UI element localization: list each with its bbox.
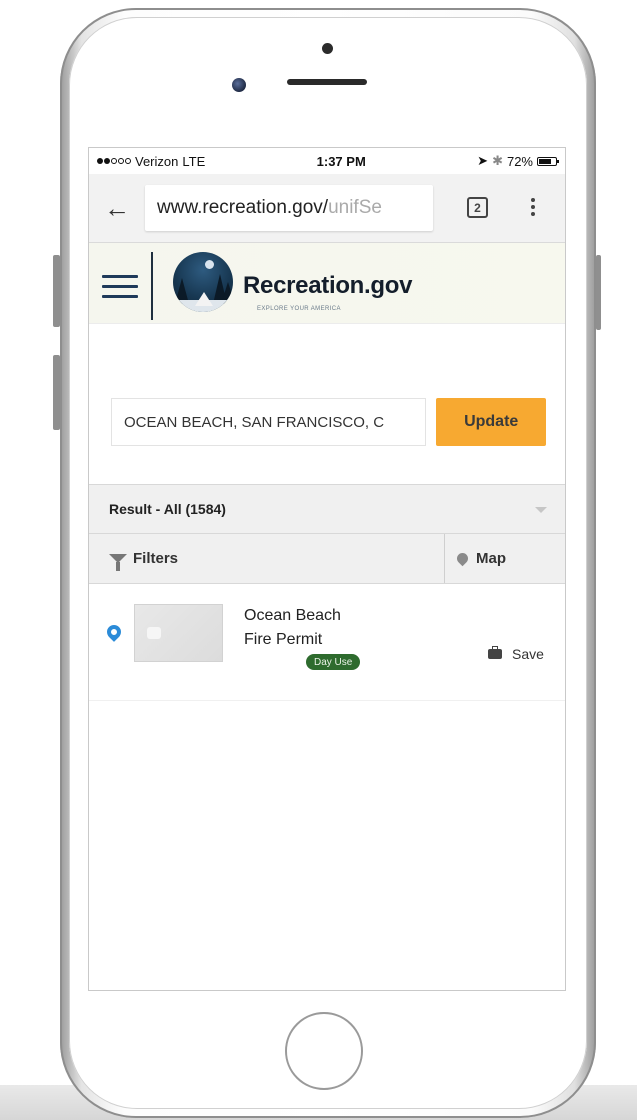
- site-brand-name[interactable]: Recreation.gov: [243, 272, 412, 300]
- signal-strength-icon: [97, 158, 131, 164]
- phone-screen: Verizon LTE 1:37 PM ➤ ✱ 72% ← www.recrea…: [88, 147, 566, 991]
- recreation-logo-icon[interactable]: [173, 252, 233, 312]
- earpiece-speaker: [287, 79, 367, 85]
- carrier-name: Verizon: [135, 153, 179, 169]
- battery-icon: [537, 156, 559, 166]
- status-right: ➤ ✱ 72%: [477, 153, 559, 169]
- header-divider: [151, 252, 153, 320]
- site-tagline: EXPLORE YOUR AMERICA: [257, 306, 341, 312]
- status-time: 1:37 PM: [316, 153, 366, 169]
- front-camera: [232, 78, 246, 92]
- listing-thumbnail[interactable]: [134, 604, 223, 662]
- site-header: Recreation.gov EXPLORE YOUR AMERICA: [89, 243, 565, 324]
- url-host: www.recreation.gov/: [157, 197, 329, 218]
- location-search-input[interactable]: OCEAN BEACH, SAN FRANCISCO, C: [111, 398, 427, 446]
- listing-title-line2: Fire Permit: [244, 631, 323, 648]
- listing-title[interactable]: Ocean Beach Fire Permit: [244, 604, 384, 652]
- bluetooth-icon: ✱: [492, 153, 503, 168]
- map-button[interactable]: Map: [445, 534, 565, 583]
- tab-switcher-button[interactable]: 2: [467, 197, 488, 218]
- day-use-badge: Day Use: [306, 654, 361, 670]
- location-arrow-icon: ➤: [477, 153, 489, 168]
- briefcase-icon: [488, 646, 502, 659]
- list-item[interactable]: Ocean Beach Fire Permit Day Use Save: [89, 584, 565, 701]
- mute-switch: [53, 255, 60, 327]
- url-path: unifSe: [328, 197, 382, 218]
- menu-icon[interactable]: [102, 275, 138, 305]
- status-bar: Verizon LTE 1:37 PM ➤ ✱ 72%: [89, 148, 565, 174]
- result-summary: Result - All (1584): [109, 501, 226, 517]
- browser-toolbar: ← www.recreation.gov/unifSe 2: [89, 174, 565, 243]
- more-options-icon[interactable]: [531, 198, 535, 216]
- filter-map-bar: Filters Map: [89, 534, 565, 584]
- network-type: LTE: [182, 153, 206, 169]
- carrier-info: Verizon LTE: [97, 154, 205, 169]
- proximity-sensor: [322, 43, 333, 54]
- home-button[interactable]: [285, 1012, 363, 1090]
- result-filter-dropdown[interactable]: Result - All (1584): [89, 484, 565, 534]
- save-button[interactable]: Save: [488, 646, 544, 662]
- filters-button[interactable]: Filters: [89, 534, 445, 583]
- map-label: Map: [476, 550, 506, 567]
- battery-level-fill: [539, 158, 551, 164]
- update-button[interactable]: Update: [436, 398, 546, 446]
- chevron-down-icon: [535, 507, 547, 513]
- volume-button: [53, 355, 60, 430]
- power-button: [596, 255, 601, 330]
- filter-funnel-icon: [109, 554, 127, 571]
- listing-title-line1: Ocean Beach: [244, 607, 341, 624]
- map-pin-icon: [454, 550, 471, 567]
- save-label: Save: [512, 646, 544, 662]
- address-bar[interactable]: www.recreation.gov/unifSe: [145, 185, 433, 231]
- battery-percent: 72%: [506, 153, 533, 169]
- filters-label: Filters: [133, 550, 179, 567]
- location-pin-icon[interactable]: [104, 622, 124, 642]
- back-arrow-icon[interactable]: ←: [89, 193, 145, 224]
- search-row: OCEAN BEACH, SAN FRANCISCO, C Update: [111, 398, 546, 446]
